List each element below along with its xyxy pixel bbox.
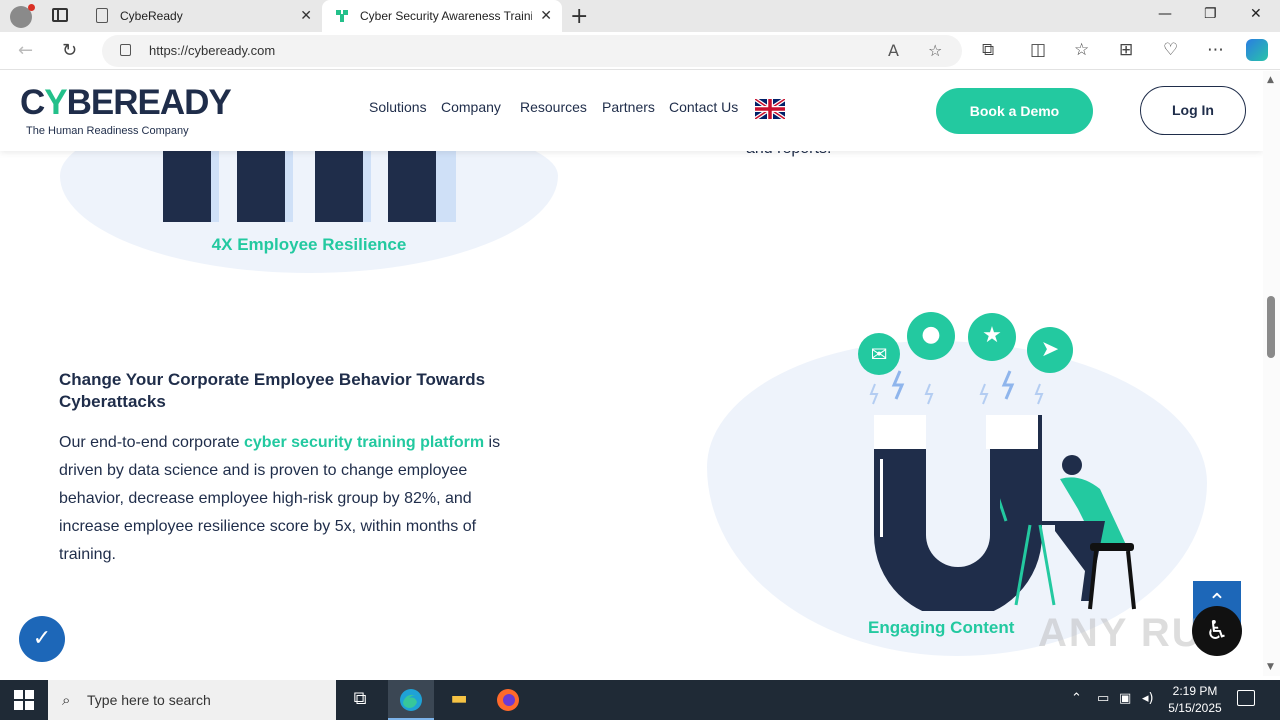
paragraph-text: Our end-to-end corporate bbox=[59, 434, 244, 451]
tab-title: CybeReady bbox=[120, 9, 183, 23]
scroll-down-icon[interactable]: ▼ bbox=[1267, 662, 1274, 672]
windows-taskbar: ⌕ Type here to search ⧉ ▬ ⌃ ▭ ▣ ◂) 2:19 … bbox=[0, 680, 1280, 720]
close-window-icon[interactable]: ✕ bbox=[1250, 6, 1262, 22]
section-heading: Change Your Corporate Employee Behavior … bbox=[59, 370, 486, 411]
user-icon: ● bbox=[907, 312, 955, 360]
uk-flag-icon[interactable] bbox=[755, 99, 785, 119]
notifications-icon[interactable] bbox=[1237, 690, 1255, 706]
cookie-consent-icon[interactable]: ✓ bbox=[19, 616, 65, 662]
scrollbar-thumb[interactable] bbox=[1267, 296, 1275, 358]
tab-title: Cyber Security Awareness Trainin bbox=[360, 9, 532, 23]
edge-taskbar-button[interactable] bbox=[388, 680, 434, 720]
nav-resources[interactable]: Resources bbox=[520, 99, 587, 115]
back-icon[interactable]: ← bbox=[18, 40, 33, 61]
extensions-icon[interactable]: ⧉ bbox=[982, 40, 994, 60]
collections-icon[interactable]: ⊞ bbox=[1119, 40, 1133, 60]
cybeready-logo[interactable]: CYBEREADY The Human Readiness Company bbox=[20, 81, 232, 141]
read-aloud-icon[interactable]: A bbox=[888, 41, 899, 60]
network-icon[interactable]: ▣ bbox=[1119, 691, 1131, 706]
nav-contact-us[interactable]: Contact Us bbox=[669, 99, 738, 115]
restore-icon[interactable]: ❐ bbox=[1204, 6, 1217, 22]
tray-overflow-icon[interactable]: ⌃ bbox=[1071, 691, 1082, 706]
copilot-icon[interactable] bbox=[1246, 39, 1268, 61]
address-toolbar: ← ↻ https://cybeready.com A ☆ ⧉ ◫ ☆ ⊞ ♡ … bbox=[0, 32, 1280, 70]
taskbar-clock[interactable]: 2:19 PM 5/15/2025 bbox=[1160, 683, 1230, 717]
favorite-star-icon[interactable]: ☆ bbox=[928, 41, 942, 60]
notification-dot bbox=[28, 4, 35, 11]
task-view-icon[interactable]: ⧉ bbox=[347, 688, 373, 712]
windows-start-icon[interactable] bbox=[14, 690, 34, 710]
lock-icon[interactable] bbox=[120, 44, 131, 56]
page-viewport: 4X Employee Resilience and reports. Chan… bbox=[0, 71, 1263, 676]
close-tab-icon[interactable]: ✕ bbox=[540, 7, 552, 24]
tab-cybeready[interactable]: CybeReady ✕ bbox=[82, 0, 322, 32]
site-header: CYBEREADY The Human Readiness Company So… bbox=[0, 71, 1263, 151]
book-demo-button[interactable]: Book a Demo bbox=[936, 88, 1093, 134]
nav-partners[interactable]: Partners bbox=[602, 99, 655, 115]
profile-avatar-icon[interactable] bbox=[10, 4, 35, 28]
split-screen-icon[interactable]: ◫ bbox=[1030, 40, 1046, 60]
training-platform-link[interactable]: cyber security training platform bbox=[244, 434, 484, 451]
battery-icon[interactable]: ▭ bbox=[1097, 691, 1109, 706]
section-paragraph: Our end-to-end corporate cyber security … bbox=[59, 429, 529, 569]
more-options-icon[interactable]: ⋯ bbox=[1207, 40, 1224, 60]
search-icon: ⌕ bbox=[62, 691, 71, 709]
clock-time: 2:19 PM bbox=[1172, 684, 1218, 698]
nav-company[interactable]: Company bbox=[441, 99, 501, 115]
taskbar-search-box[interactable]: ⌕ Type here to search bbox=[48, 680, 336, 720]
file-explorer-icon[interactable]: ▬ bbox=[446, 688, 472, 712]
favorites-icon[interactable]: ☆ bbox=[1074, 40, 1089, 60]
vertical-scrollbar[interactable]: ▲ ▼ bbox=[1263, 71, 1280, 676]
logo-tagline: The Human Readiness Company bbox=[26, 125, 189, 137]
paragraph-text: is driven by data science and is proven … bbox=[59, 434, 501, 563]
url-text[interactable]: https://cybeready.com bbox=[149, 43, 275, 58]
browser-tab-strip: CybeReady ✕ Cyber Security Awareness Tra… bbox=[0, 0, 1280, 32]
nav-solutions[interactable]: Solutions bbox=[369, 99, 427, 115]
logo-wordmark: CYBEREADY bbox=[20, 83, 232, 122]
close-tab-icon[interactable]: ✕ bbox=[300, 7, 312, 24]
stat-employee-resilience: 4X Employee Resilience bbox=[211, 235, 407, 254]
person-at-laptop-illustration bbox=[1000, 455, 1136, 610]
tab-cyber-security-training[interactable]: Cyber Security Awareness Trainin ✕ bbox=[322, 0, 562, 32]
edge-icon bbox=[400, 689, 422, 711]
tab-actions-icon[interactable] bbox=[52, 8, 68, 22]
accessibility-icon[interactable]: ♿ bbox=[1192, 606, 1242, 656]
page-icon bbox=[96, 8, 108, 23]
volume-icon[interactable]: ◂) bbox=[1142, 691, 1154, 706]
search-placeholder: Type here to search bbox=[87, 692, 211, 708]
minimize-icon[interactable]: — bbox=[1158, 6, 1172, 22]
new-tab-icon[interactable]: + bbox=[570, 4, 588, 29]
browser-essentials-icon[interactable]: ♡ bbox=[1163, 40, 1178, 60]
stat-engaging-content: Engaging Content bbox=[868, 618, 1015, 637]
star-icon: ★ bbox=[968, 313, 1016, 361]
address-bar[interactable]: https://cybeready.com A ☆ bbox=[102, 35, 962, 67]
firefox-icon[interactable] bbox=[496, 688, 520, 712]
scroll-up-icon[interactable]: ▲ bbox=[1267, 75, 1274, 85]
refresh-icon[interactable]: ↻ bbox=[62, 40, 77, 61]
login-button[interactable]: Log In bbox=[1140, 86, 1246, 135]
lightning-icon bbox=[869, 370, 1044, 405]
clock-date: 5/15/2025 bbox=[1168, 701, 1222, 715]
cybeready-favicon-icon bbox=[336, 10, 348, 22]
